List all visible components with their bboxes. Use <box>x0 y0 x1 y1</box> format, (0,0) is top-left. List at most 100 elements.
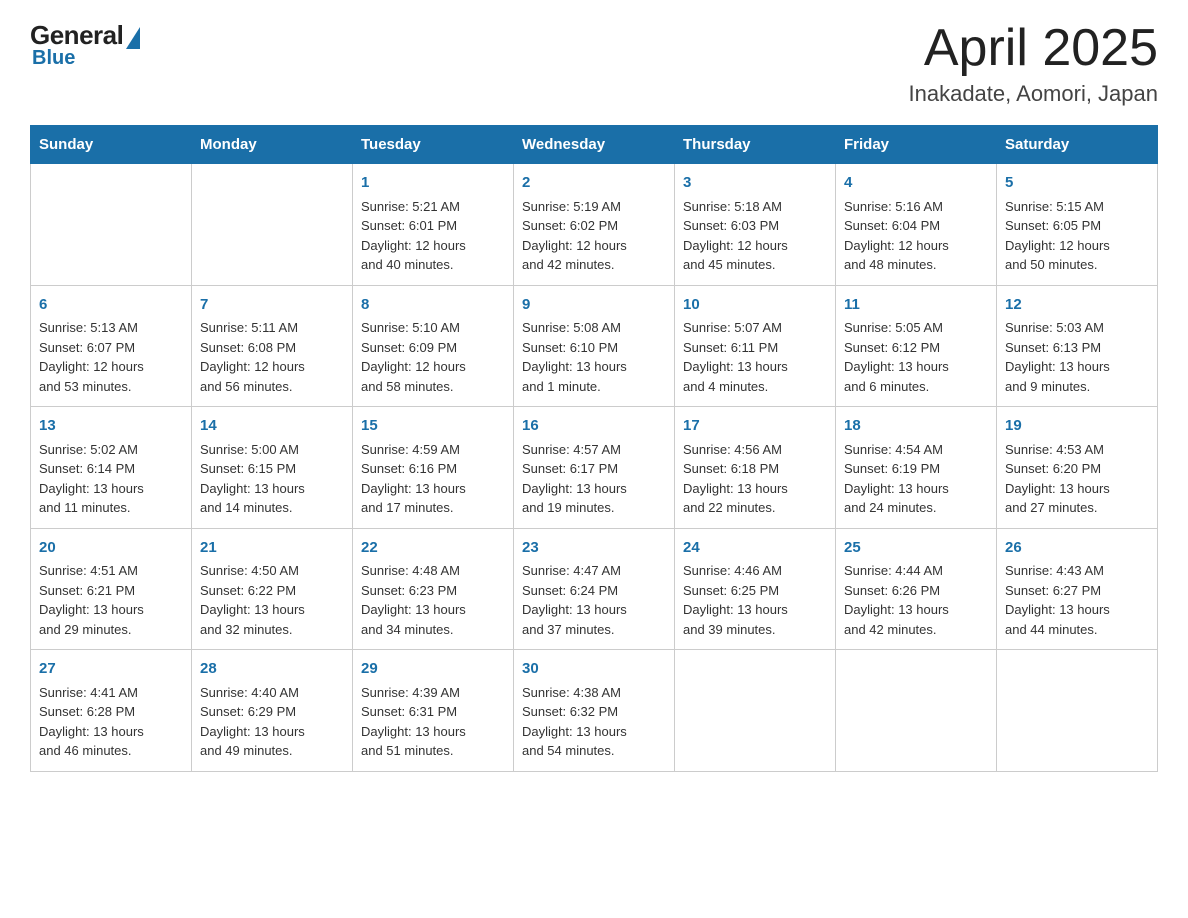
calendar-day-cell: 30Sunrise: 4:38 AMSunset: 6:32 PMDayligh… <box>514 650 675 772</box>
calendar-day-cell: 19Sunrise: 4:53 AMSunset: 6:20 PMDayligh… <box>997 407 1158 529</box>
calendar-body: 1Sunrise: 5:21 AMSunset: 6:01 PMDaylight… <box>31 164 1158 772</box>
day-info: Sunrise: 4:41 AMSunset: 6:28 PMDaylight:… <box>39 683 183 761</box>
day-number: 29 <box>361 658 505 681</box>
day-info: Sunrise: 5:02 AMSunset: 6:14 PMDaylight:… <box>39 440 183 518</box>
day-info: Sunrise: 5:07 AMSunset: 6:11 PMDaylight:… <box>683 318 827 396</box>
calendar-day-cell: 24Sunrise: 4:46 AMSunset: 6:25 PMDayligh… <box>675 528 836 650</box>
day-number: 30 <box>522 658 666 681</box>
day-number: 20 <box>39 537 183 560</box>
day-info: Sunrise: 4:56 AMSunset: 6:18 PMDaylight:… <box>683 440 827 518</box>
calendar-day-cell: 25Sunrise: 4:44 AMSunset: 6:26 PMDayligh… <box>836 528 997 650</box>
calendar-day-cell: 5Sunrise: 5:15 AMSunset: 6:05 PMDaylight… <box>997 164 1158 286</box>
day-info: Sunrise: 4:47 AMSunset: 6:24 PMDaylight:… <box>522 561 666 639</box>
day-number: 7 <box>200 294 344 317</box>
day-info: Sunrise: 4:57 AMSunset: 6:17 PMDaylight:… <box>522 440 666 518</box>
day-info: Sunrise: 5:16 AMSunset: 6:04 PMDaylight:… <box>844 197 988 275</box>
day-number: 17 <box>683 415 827 438</box>
logo: General Blue <box>30 20 140 70</box>
day-number: 4 <box>844 172 988 195</box>
day-number: 23 <box>522 537 666 560</box>
day-info: Sunrise: 4:53 AMSunset: 6:20 PMDaylight:… <box>1005 440 1149 518</box>
day-info: Sunrise: 4:38 AMSunset: 6:32 PMDaylight:… <box>522 683 666 761</box>
day-number: 25 <box>844 537 988 560</box>
calendar-day-cell: 23Sunrise: 4:47 AMSunset: 6:24 PMDayligh… <box>514 528 675 650</box>
page-header: General Blue April 2025 Inakadate, Aomor… <box>30 20 1158 107</box>
day-info: Sunrise: 5:00 AMSunset: 6:15 PMDaylight:… <box>200 440 344 518</box>
day-info: Sunrise: 4:44 AMSunset: 6:26 PMDaylight:… <box>844 561 988 639</box>
logo-blue-text: Blue <box>32 47 75 70</box>
day-of-week-header: Monday <box>192 126 353 164</box>
day-info: Sunrise: 4:48 AMSunset: 6:23 PMDaylight:… <box>361 561 505 639</box>
day-number: 26 <box>1005 537 1149 560</box>
day-info: Sunrise: 4:50 AMSunset: 6:22 PMDaylight:… <box>200 561 344 639</box>
calendar-day-cell: 10Sunrise: 5:07 AMSunset: 6:11 PMDayligh… <box>675 285 836 407</box>
calendar-week-row: 6Sunrise: 5:13 AMSunset: 6:07 PMDaylight… <box>31 285 1158 407</box>
calendar-day-cell: 15Sunrise: 4:59 AMSunset: 6:16 PMDayligh… <box>353 407 514 529</box>
calendar-day-cell: 17Sunrise: 4:56 AMSunset: 6:18 PMDayligh… <box>675 407 836 529</box>
day-of-week-header: Friday <box>836 126 997 164</box>
day-of-week-header: Sunday <box>31 126 192 164</box>
calendar-day-cell: 16Sunrise: 4:57 AMSunset: 6:17 PMDayligh… <box>514 407 675 529</box>
calendar-day-cell: 1Sunrise: 5:21 AMSunset: 6:01 PMDaylight… <box>353 164 514 286</box>
logo-triangle-icon <box>126 27 140 49</box>
day-info: Sunrise: 5:15 AMSunset: 6:05 PMDaylight:… <box>1005 197 1149 275</box>
day-header-row: SundayMondayTuesdayWednesdayThursdayFrid… <box>31 126 1158 164</box>
calendar-week-row: 13Sunrise: 5:02 AMSunset: 6:14 PMDayligh… <box>31 407 1158 529</box>
calendar-day-cell: 8Sunrise: 5:10 AMSunset: 6:09 PMDaylight… <box>353 285 514 407</box>
calendar-day-cell: 28Sunrise: 4:40 AMSunset: 6:29 PMDayligh… <box>192 650 353 772</box>
day-number: 18 <box>844 415 988 438</box>
day-info: Sunrise: 5:21 AMSunset: 6:01 PMDaylight:… <box>361 197 505 275</box>
day-of-week-header: Wednesday <box>514 126 675 164</box>
calendar-day-cell: 21Sunrise: 4:50 AMSunset: 6:22 PMDayligh… <box>192 528 353 650</box>
day-number: 10 <box>683 294 827 317</box>
calendar-day-cell: 22Sunrise: 4:48 AMSunset: 6:23 PMDayligh… <box>353 528 514 650</box>
calendar-day-cell: 9Sunrise: 5:08 AMSunset: 6:10 PMDaylight… <box>514 285 675 407</box>
day-number: 8 <box>361 294 505 317</box>
calendar-day-cell: 27Sunrise: 4:41 AMSunset: 6:28 PMDayligh… <box>31 650 192 772</box>
day-info: Sunrise: 5:19 AMSunset: 6:02 PMDaylight:… <box>522 197 666 275</box>
day-of-week-header: Saturday <box>997 126 1158 164</box>
day-info: Sunrise: 5:05 AMSunset: 6:12 PMDaylight:… <box>844 318 988 396</box>
calendar-day-cell: 20Sunrise: 4:51 AMSunset: 6:21 PMDayligh… <box>31 528 192 650</box>
day-number: 27 <box>39 658 183 681</box>
title-block: April 2025 Inakadate, Aomori, Japan <box>909 20 1159 107</box>
calendar-header: SundayMondayTuesdayWednesdayThursdayFrid… <box>31 126 1158 164</box>
day-number: 24 <box>683 537 827 560</box>
day-number: 9 <box>522 294 666 317</box>
day-number: 28 <box>200 658 344 681</box>
calendar-day-cell: 13Sunrise: 5:02 AMSunset: 6:14 PMDayligh… <box>31 407 192 529</box>
calendar-day-cell: 18Sunrise: 4:54 AMSunset: 6:19 PMDayligh… <box>836 407 997 529</box>
calendar-week-row: 27Sunrise: 4:41 AMSunset: 6:28 PMDayligh… <box>31 650 1158 772</box>
calendar-day-cell <box>192 164 353 286</box>
calendar-day-cell <box>675 650 836 772</box>
day-number: 16 <box>522 415 666 438</box>
calendar-day-cell <box>997 650 1158 772</box>
day-info: Sunrise: 5:10 AMSunset: 6:09 PMDaylight:… <box>361 318 505 396</box>
day-info: Sunrise: 4:40 AMSunset: 6:29 PMDaylight:… <box>200 683 344 761</box>
calendar-day-cell: 12Sunrise: 5:03 AMSunset: 6:13 PMDayligh… <box>997 285 1158 407</box>
calendar-day-cell: 3Sunrise: 5:18 AMSunset: 6:03 PMDaylight… <box>675 164 836 286</box>
day-info: Sunrise: 5:03 AMSunset: 6:13 PMDaylight:… <box>1005 318 1149 396</box>
day-number: 1 <box>361 172 505 195</box>
day-number: 11 <box>844 294 988 317</box>
calendar-day-cell: 26Sunrise: 4:43 AMSunset: 6:27 PMDayligh… <box>997 528 1158 650</box>
day-of-week-header: Thursday <box>675 126 836 164</box>
day-number: 15 <box>361 415 505 438</box>
calendar-table: SundayMondayTuesdayWednesdayThursdayFrid… <box>30 125 1158 772</box>
day-number: 12 <box>1005 294 1149 317</box>
day-number: 13 <box>39 415 183 438</box>
calendar-subtitle: Inakadate, Aomori, Japan <box>909 81 1159 107</box>
day-info: Sunrise: 4:46 AMSunset: 6:25 PMDaylight:… <box>683 561 827 639</box>
calendar-week-row: 20Sunrise: 4:51 AMSunset: 6:21 PMDayligh… <box>31 528 1158 650</box>
calendar-week-row: 1Sunrise: 5:21 AMSunset: 6:01 PMDaylight… <box>31 164 1158 286</box>
day-info: Sunrise: 5:13 AMSunset: 6:07 PMDaylight:… <box>39 318 183 396</box>
day-info: Sunrise: 4:43 AMSunset: 6:27 PMDaylight:… <box>1005 561 1149 639</box>
day-number: 22 <box>361 537 505 560</box>
day-info: Sunrise: 5:11 AMSunset: 6:08 PMDaylight:… <box>200 318 344 396</box>
calendar-day-cell <box>31 164 192 286</box>
day-info: Sunrise: 4:51 AMSunset: 6:21 PMDaylight:… <box>39 561 183 639</box>
day-number: 14 <box>200 415 344 438</box>
calendar-day-cell: 29Sunrise: 4:39 AMSunset: 6:31 PMDayligh… <box>353 650 514 772</box>
day-info: Sunrise: 5:18 AMSunset: 6:03 PMDaylight:… <box>683 197 827 275</box>
day-number: 2 <box>522 172 666 195</box>
